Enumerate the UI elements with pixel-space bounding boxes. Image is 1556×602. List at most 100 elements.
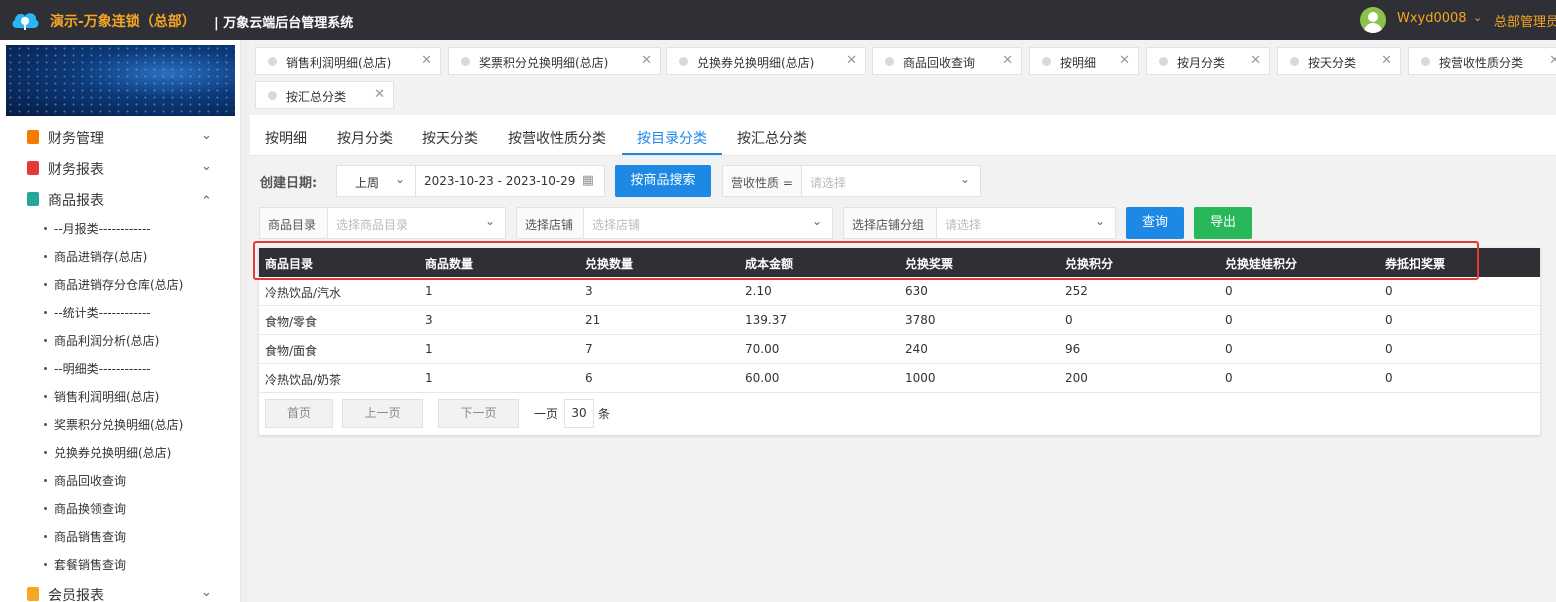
sidebar-group-finance-management[interactable]: 财务管理 ⌄ [0, 123, 240, 151]
close-icon[interactable]: ✕ [1250, 53, 1261, 68]
sidebar-item-label: 商品换领查询 [54, 502, 127, 516]
page-tab-label: 兑换券兑换明细(总店) [697, 56, 815, 70]
date-range-input[interactable]: 2023-10-23 - 2023-10-29 ▦ [415, 165, 605, 197]
system-name: | 万象云端后台管理系统 [214, 16, 354, 31]
sidebar-item-product-recycle[interactable]: 商品回收查询 [0, 466, 240, 494]
catalog-select[interactable]: 选择商品目录 ⌄ [327, 207, 506, 239]
report-book-icon [27, 161, 39, 175]
page-tab-by-month[interactable]: 按月分类 ✕ [1146, 47, 1270, 75]
table-cell: 0 [1225, 342, 1233, 356]
date-preset-select[interactable]: 上周 ⌄ [336, 165, 416, 197]
sidebar-item-product-sales[interactable]: 商品销售查询 [0, 522, 240, 550]
close-icon[interactable]: ✕ [1381, 53, 1392, 68]
sidebar-item-product-stock-warehouse[interactable]: 商品进销存分仓库(总店) [0, 270, 240, 298]
role-label[interactable]: 总部管理员 [1494, 11, 1556, 30]
tab-by-revenue-nature[interactable]: 按营收性质分类 [508, 128, 606, 148]
first-page-button[interactable]: 首页 [265, 399, 333, 428]
page-tab-voucher[interactable]: 兑换券兑换明细(总店) ✕ [666, 47, 866, 75]
search-by-product-button[interactable]: 按商品搜索 [615, 165, 711, 197]
page-tab-sales-profit[interactable]: 销售利润明细(总店) ✕ [255, 47, 441, 75]
calendar-icon[interactable]: ▦ [582, 173, 594, 188]
page-tab-by-summary[interactable]: 按汇总分类 ✕ [255, 81, 394, 109]
revenue-nature-select[interactable]: 请选择 ⌄ [801, 165, 981, 197]
table-cell: 0 [1225, 284, 1233, 298]
column-header[interactable]: 商品目录 [265, 255, 313, 272]
close-icon[interactable]: ✕ [421, 53, 432, 68]
close-icon[interactable]: ✕ [641, 53, 652, 68]
page-tab-by-detail[interactable]: 按明细 ✕ [1029, 47, 1139, 75]
product-book-icon [27, 192, 39, 206]
table-cell: 1 [425, 284, 433, 298]
export-button[interactable]: 导出 [1194, 207, 1252, 239]
sidebar-item-product-exchange[interactable]: 商品换领查询 [0, 494, 240, 522]
store-group-select[interactable]: 请选择 ⌄ [936, 207, 1116, 239]
per-page-input[interactable]: 30 [564, 399, 594, 428]
close-icon[interactable]: ✕ [1119, 53, 1130, 68]
table-cell: 0 [1065, 313, 1073, 327]
sidebar-item-profit-analysis[interactable]: 商品利润分析(总店) [0, 326, 240, 354]
sidebar-item-product-stock-hq[interactable]: 商品进销存(总店) [0, 242, 240, 270]
page-tab-ticket-points[interactable]: 奖票积分兑换明细(总店) ✕ [448, 47, 661, 75]
query-button[interactable]: 查询 [1126, 207, 1184, 239]
table-header: 商品目录 商品数量 兑换数量 成本金额 兑换奖票 兑换积分 兑换娃娃积分 券抵扣… [259, 248, 1540, 277]
close-icon[interactable]: ✕ [1002, 53, 1013, 68]
close-icon[interactable]: ✕ [374, 87, 385, 102]
column-header[interactable]: 兑换数量 [585, 255, 633, 272]
sidebar-item-package-sales[interactable]: 套餐销售查询 [0, 550, 240, 578]
table-cell: 1 [425, 371, 433, 385]
sidebar-item-label: --统计类------------ [54, 306, 151, 320]
prev-page-button[interactable]: 上一页 [342, 399, 423, 428]
sidebar-group-label: 商品报表 [48, 193, 104, 209]
next-page-button[interactable]: 下一页 [438, 399, 519, 428]
catalog-label: 商品目录 [259, 207, 328, 239]
chevron-down-icon: ⌄ [394, 172, 405, 186]
page-tab-label: 按汇总分类 [286, 90, 347, 104]
column-header[interactable]: 兑换奖票 [905, 255, 953, 272]
page-tab-recycle[interactable]: 商品回收查询 ✕ [872, 47, 1022, 75]
close-icon[interactable]: ✕ [846, 53, 857, 68]
column-header[interactable]: 成本金额 [745, 255, 793, 272]
close-icon[interactable]: ✕ [1549, 53, 1556, 68]
column-header[interactable]: 券抵扣奖票 [1385, 255, 1445, 272]
table-row[interactable]: 食物/零食 3 21 139.37 3780 0 0 0 [259, 306, 1540, 335]
tab-by-day[interactable]: 按天分类 [422, 128, 478, 148]
username[interactable]: Wxyd0008 [1397, 11, 1467, 26]
sidebar-group-product-reports[interactable]: 商品报表 ⌃ [0, 185, 240, 213]
table-cell: 1 [425, 342, 433, 356]
page-tab-by-day[interactable]: 按天分类 ✕ [1277, 47, 1401, 75]
store-select[interactable]: 选择店铺 ⌄ [583, 207, 833, 239]
tab-by-catalog[interactable]: 按目录分类 [637, 128, 707, 148]
sidebar-item-monthly-divider[interactable]: --月报类------------ [0, 214, 240, 242]
sidebar-item-stats-divider[interactable]: --统计类------------ [0, 298, 240, 326]
chevron-down-icon[interactable]: ⌄ [1473, 11, 1482, 24]
store-group-label: 选择店铺分组 [843, 207, 937, 239]
chevron-down-icon: ⌄ [201, 585, 212, 600]
table-cell: 3 [425, 313, 433, 327]
tab-by-detail[interactable]: 按明细 [265, 128, 307, 148]
date-label: 创建日期: [260, 176, 318, 191]
sidebar-group-finance-reports[interactable]: 财务报表 ⌄ [0, 154, 240, 182]
sidebar-item-detail-divider[interactable]: --明细类------------ [0, 354, 240, 382]
table-row[interactable]: 食物/面食 1 7 70.00 240 96 0 0 [259, 335, 1540, 364]
table-cell: 3 [585, 284, 593, 298]
sidebar-group-member-reports[interactable]: 会员报表 ⌄ [0, 580, 240, 602]
sidebar-item-sales-profit-detail[interactable]: 销售利润明细(总店) [0, 382, 240, 410]
tab-by-summary[interactable]: 按汇总分类 [737, 128, 807, 148]
page-tab-label: 奖票积分兑换明细(总店) [479, 56, 609, 70]
avatar[interactable] [1360, 7, 1386, 33]
column-header[interactable]: 兑换娃娃积分 [1225, 255, 1297, 272]
column-header[interactable]: 商品数量 [425, 255, 473, 272]
table-cell: 60.00 [745, 371, 780, 385]
page-tab-by-revenue-nature[interactable]: 按营收性质分类 ✕ [1408, 47, 1556, 75]
tab-by-month[interactable]: 按月分类 [337, 128, 393, 148]
column-header[interactable]: 兑换积分 [1065, 255, 1113, 272]
sidebar-scrollbar[interactable] [241, 40, 250, 602]
sidebar-item-ticket-points-detail[interactable]: 奖票积分兑换明细(总店) [0, 410, 240, 438]
sidebar-item-voucher-detail[interactable]: 兑换券兑换明细(总店) [0, 438, 240, 466]
sidebar-item-label: 商品进销存(总店) [54, 250, 148, 264]
sidebar-group-label: 财务报表 [48, 162, 104, 178]
table-row[interactable]: 冷热饮品/汽水 1 3 2.10 630 252 0 0 [259, 277, 1540, 306]
table-cell: 0 [1385, 342, 1393, 356]
table-row[interactable]: 冷热饮品/奶茶 1 6 60.00 1000 200 0 0 [259, 364, 1540, 393]
table-cell: 6 [585, 371, 593, 385]
